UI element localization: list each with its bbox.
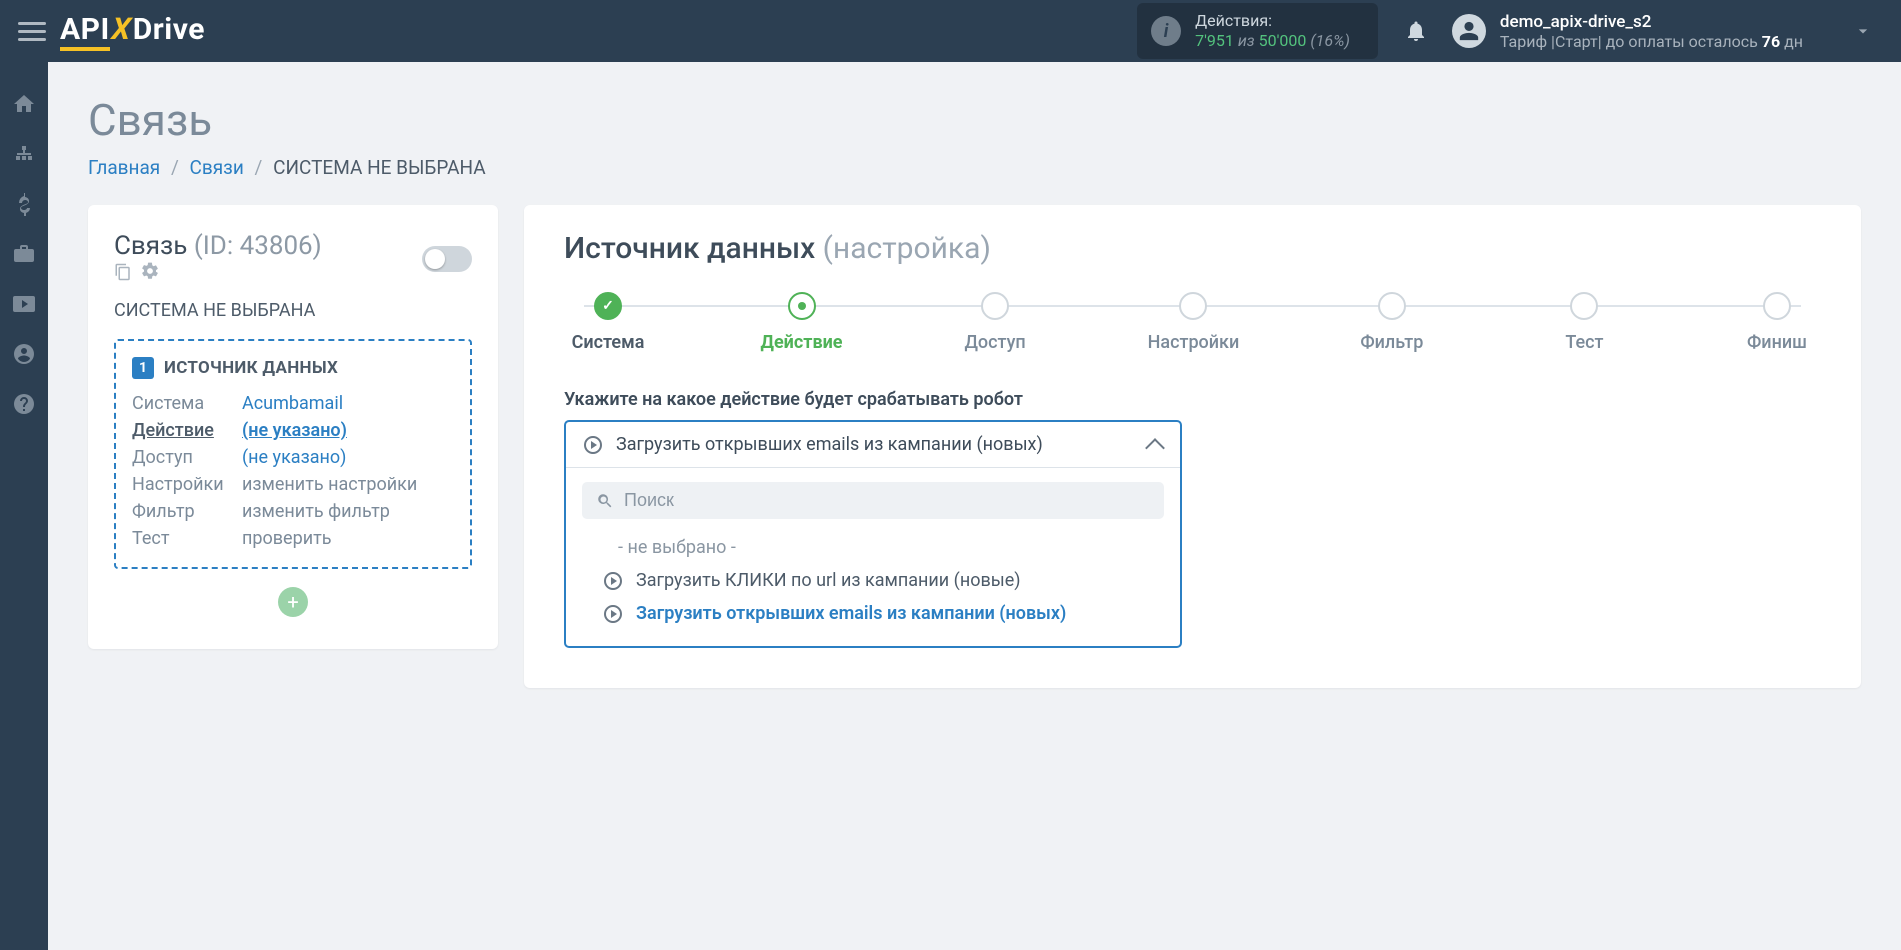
- connection-subtitle: СИСТЕМА НЕ ВЫБРАНА: [114, 300, 472, 321]
- user-info: demo_apix-drive_s2 Тариф |Старт| до опла…: [1500, 12, 1803, 51]
- search-icon: [596, 492, 614, 510]
- logo[interactable]: APIXDrive: [60, 12, 205, 51]
- step-filter[interactable]: Фильтр: [1352, 292, 1432, 353]
- actions-text: Действия: 7'951 из 50'000 (16%): [1195, 11, 1350, 51]
- chevron-up-icon: [1145, 438, 1165, 458]
- play-icon: [604, 572, 622, 590]
- copy-icon[interactable]: [114, 262, 132, 286]
- notifications-icon[interactable]: [1404, 19, 1428, 43]
- topbar: APIXDrive i Действия: 7'951 из 50'000 (1…: [0, 0, 1901, 62]
- main: Связь Главная / Связи / СИСТЕМА НЕ ВЫБРА…: [48, 62, 1901, 950]
- source-heading: ИСТОЧНИК ДАННЫХ: [164, 358, 338, 378]
- option-opens[interactable]: Загрузить открывших emails из кампании (…: [582, 597, 1164, 630]
- briefcase-icon[interactable]: [12, 242, 36, 266]
- dropdown-body: - не выбрано - Загрузить КЛИКИ по url из…: [566, 468, 1180, 646]
- step-action[interactable]: Действие: [761, 292, 843, 353]
- option-none[interactable]: - не выбрано -: [582, 531, 1164, 564]
- step-system[interactable]: Система: [568, 292, 648, 353]
- source-badge: 1: [132, 357, 154, 379]
- step-access[interactable]: Доступ: [955, 292, 1035, 353]
- play-icon: [584, 436, 602, 454]
- kv-settings-key: Настройки: [132, 474, 242, 495]
- kv-system-val[interactable]: Acumbamail: [242, 393, 454, 414]
- actions-counter[interactable]: i Действия: 7'951 из 50'000 (16%): [1137, 3, 1378, 59]
- avatar-icon: [1452, 14, 1486, 48]
- data-source-box: 1 ИСТОЧНИК ДАННЫХ Система Acumbamail Дей…: [114, 339, 472, 569]
- kv-filter-val[interactable]: изменить фильтр: [242, 501, 454, 522]
- sidebar: [0, 62, 48, 950]
- kv-action-key: Действие: [132, 420, 242, 441]
- kv-access-key: Доступ: [132, 447, 242, 468]
- action-dropdown: Загрузить открывших emails из кампании (…: [564, 420, 1182, 648]
- option-clicks[interactable]: Загрузить КЛИКИ по url из кампании (новы…: [582, 564, 1164, 597]
- dropdown-search: [582, 482, 1164, 519]
- breadcrumb-home[interactable]: Главная: [88, 156, 160, 179]
- connections-icon[interactable]: [12, 142, 36, 166]
- kv-filter-key: Фильтр: [132, 501, 242, 522]
- kv-system-key: Система: [132, 393, 242, 414]
- search-input[interactable]: [624, 490, 1150, 511]
- step-finish[interactable]: Финиш: [1737, 292, 1817, 353]
- home-icon[interactable]: [12, 92, 36, 116]
- kv-access-val[interactable]: (не указано): [242, 447, 454, 468]
- add-destination-button[interactable]: +: [278, 587, 308, 617]
- video-icon[interactable]: [12, 292, 36, 316]
- user-menu[interactable]: demo_apix-drive_s2 Тариф |Старт| до опла…: [1452, 12, 1803, 51]
- billing-icon[interactable]: [12, 192, 36, 216]
- kv-test-val[interactable]: проверить: [242, 528, 454, 549]
- connection-summary-card: Связь (ID: 43806) СИСТЕМА НЕ ВЫБРАНА 1 И…: [88, 205, 498, 649]
- breadcrumb-current: СИСТЕМА НЕ ВЫБРАНА: [273, 156, 486, 179]
- dropdown-selected[interactable]: Загрузить открывших emails из кампании (…: [566, 422, 1180, 468]
- info-icon: i: [1151, 16, 1181, 46]
- play-icon: [604, 605, 622, 623]
- kv-settings-val[interactable]: изменить настройки: [242, 474, 454, 495]
- kv-action-val[interactable]: (не указано): [242, 420, 454, 441]
- account-icon[interactable]: [12, 342, 36, 366]
- dropdown-selected-text: Загрузить открывших emails из кампании (…: [616, 434, 1134, 455]
- connection-title: Связь (ID: 43806): [114, 231, 322, 286]
- kv-test-key: Тест: [132, 528, 242, 549]
- config-title: Источник данных (настройка): [564, 231, 1821, 266]
- step-test[interactable]: Тест: [1544, 292, 1624, 353]
- action-prompt: Укажите на какое действие будет срабатыв…: [564, 389, 1821, 410]
- menu-toggle-button[interactable]: [18, 17, 46, 46]
- breadcrumb: Главная / Связи / СИСТЕМА НЕ ВЫБРАНА: [88, 156, 1861, 179]
- enable-toggle[interactable]: [422, 246, 472, 272]
- stepper: Система Действие Доступ Настройки Фильтр…: [564, 292, 1821, 353]
- help-icon[interactable]: [12, 392, 36, 416]
- chevron-down-icon[interactable]: [1853, 21, 1873, 41]
- data-source-config-card: Источник данных (настройка) Система Дейс…: [524, 205, 1861, 688]
- gear-icon[interactable]: [140, 261, 160, 286]
- step-settings[interactable]: Настройки: [1148, 292, 1240, 353]
- page-title: Связь: [88, 94, 1861, 146]
- breadcrumb-links[interactable]: Связи: [190, 156, 244, 179]
